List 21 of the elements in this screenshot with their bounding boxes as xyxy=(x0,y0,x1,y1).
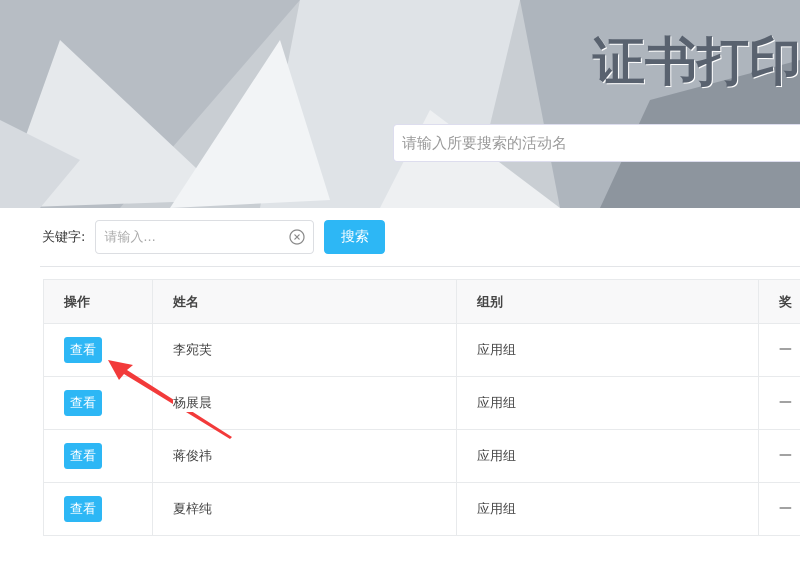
keyword-label: 关键字: xyxy=(42,229,86,246)
view-button[interactable]: 查看 xyxy=(64,496,102,522)
search-button[interactable]: 搜索 xyxy=(324,220,386,254)
table-cell: 李宛芙 xyxy=(173,341,212,359)
view-button[interactable]: 查看 xyxy=(64,390,102,416)
column-header: 奖 xyxy=(779,294,792,310)
search-field[interactable]: 请输入所要搜索的活动名 xyxy=(393,124,800,162)
view-button[interactable]: 查看 xyxy=(64,337,102,363)
clear-icon[interactable] xyxy=(289,229,306,245)
table-cell: 应用组 xyxy=(477,394,516,412)
table-cell: 应用组 xyxy=(477,447,516,465)
table-cell: 应用组 xyxy=(477,500,516,518)
keyword-field[interactable]: 请输入... xyxy=(95,220,314,254)
table-cell: 蒋俊祎 xyxy=(173,447,212,465)
column-header: 操作 xyxy=(64,294,90,310)
column-header: 姓名 xyxy=(173,294,199,310)
table-cell: 应用组 xyxy=(477,341,516,359)
page-title: 证书打印 xyxy=(593,31,800,94)
view-button[interactable]: 查看 xyxy=(64,443,102,469)
column-header: 组别 xyxy=(477,294,503,310)
table-cell: 杨展晨 xyxy=(173,394,212,412)
